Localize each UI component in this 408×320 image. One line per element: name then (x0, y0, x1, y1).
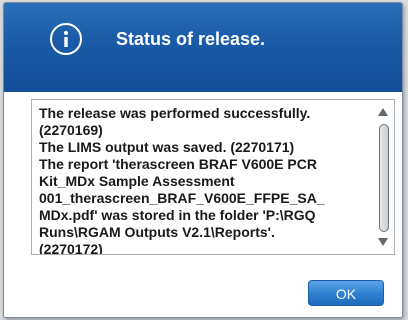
scroll-thumb[interactable] (379, 124, 389, 232)
message-line: 001_therascreen_BRAF_V600E_FFPE_SA_ (39, 190, 325, 206)
ok-button[interactable]: OK (308, 280, 384, 306)
message-line: Runs\RGAM Outputs V2.1\Reports'. (39, 224, 275, 240)
status-dialog: Status of release. The release was perfo… (3, 2, 403, 318)
message-line: Kit_MDx Sample Assessment (39, 173, 235, 189)
scroll-down-arrow-icon[interactable] (378, 238, 388, 246)
message-line: The release was performed successfully. (39, 105, 311, 121)
message-text: The release was performed successfully. … (39, 105, 371, 255)
message-line: The report 'therascreen BRAF V600E PCR (39, 156, 317, 172)
message-line: MDx.pdf' was stored in the folder 'P:\RG… (39, 207, 316, 223)
message-line: (2270169) (39, 122, 103, 138)
dialog-content: The release was performed successfully. … (4, 92, 402, 317)
dialog-title: Status of release. (116, 29, 266, 49)
info-icon (50, 23, 82, 55)
message-line: The LIMS output was saved. (2270171) (39, 139, 295, 155)
vertical-scrollbar[interactable] (374, 100, 394, 254)
scroll-up-arrow-icon[interactable] (378, 108, 388, 116)
dialog-header: Status of release. (4, 3, 402, 92)
message-line: (2270172) (39, 241, 103, 255)
message-box[interactable]: The release was performed successfully. … (31, 99, 395, 255)
